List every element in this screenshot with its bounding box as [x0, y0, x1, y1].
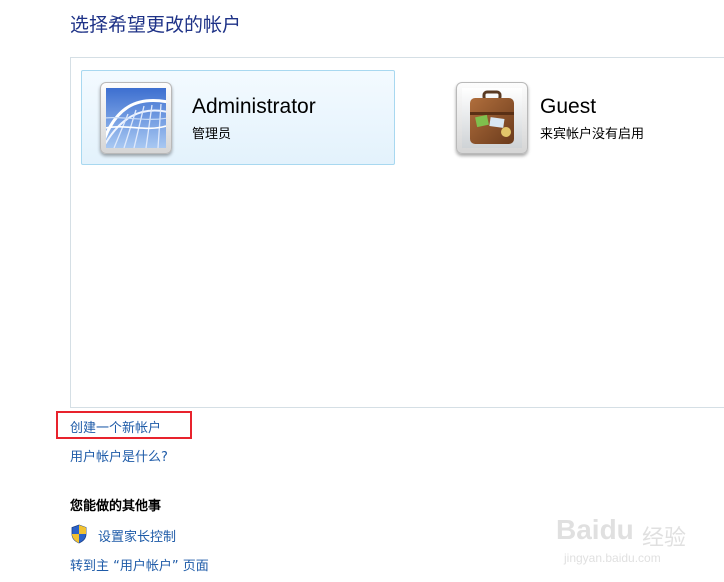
uac-shield-icon: [71, 524, 87, 544]
user-accounts-page: 选择希望更改的帐户 Administrator 管理员 Guest 来宾帐户没有…: [0, 0, 724, 582]
account-role: 来宾帐户没有启用: [540, 127, 645, 142]
account-name: Guest: [540, 95, 597, 118]
accounts-panel: Administrator 管理员 Guest 来宾帐户没有启用: [70, 57, 724, 408]
roller-coaster-icon: [106, 88, 166, 148]
watermark-brand-cn: 经验: [642, 526, 687, 551]
account-role: 管理员: [192, 127, 232, 142]
watermark: Baidu 经验 jingyan.baidu.com: [556, 514, 718, 574]
avatar: [456, 82, 528, 154]
other-tasks-heading: 您能做的其他事: [70, 499, 162, 514]
avatar: [100, 82, 172, 154]
watermark-brand: Baidu: [556, 514, 634, 545]
highlight-annotation: [56, 411, 192, 439]
watermark-url: jingyan.baidu.com: [564, 551, 661, 565]
parental-controls-link[interactable]: 设置家长控制: [98, 526, 176, 545]
page-title: 选择希望更改的帐户: [70, 14, 242, 36]
suitcase-icon: [462, 88, 522, 148]
main-user-accounts-link[interactable]: 转到主 “用户帐户” 页面: [70, 555, 209, 574]
account-name: Administrator: [192, 95, 316, 118]
account-tile-guest[interactable]: Guest 来宾帐户没有启用: [455, 70, 724, 165]
what-is-account-link[interactable]: 用户帐户是什么?: [70, 446, 168, 465]
account-tile-administrator[interactable]: Administrator 管理员: [81, 70, 395, 165]
